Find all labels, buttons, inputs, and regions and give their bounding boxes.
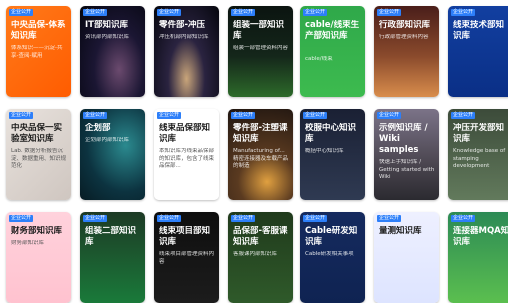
card-title: 中央品保-体系知识库 — [11, 20, 66, 41]
card-title: 线束技术部知识库 — [453, 20, 505, 41]
card-description: 冲压机部内部知识库 — [159, 34, 209, 40]
card-description: Lab. 数据分析报告沉淀、数据重用、知识规范化 — [11, 148, 67, 169]
card-title: 中央品保一实验室知识库 — [11, 123, 63, 144]
knowledge-base-card[interactable]: 企业公开线束技术部知识库 — [448, 6, 508, 97]
card-title: 零件部-冲压 — [159, 20, 206, 30]
public-badge: 企业公开 — [377, 112, 402, 119]
card-description: 快速上手知识库 / Getting started with Wiki — [379, 159, 435, 180]
card-title: 财务部知识库 — [11, 226, 63, 236]
public-badge: 企业公开 — [83, 215, 108, 222]
public-badge: 企业公开 — [451, 215, 476, 222]
card-description: cable/线束 — [305, 56, 333, 62]
knowledge-base-card[interactable]: 企业公开线束品保部知识库 本知识库为线束品保部的知识库，包含了线束品保部... — [154, 109, 219, 200]
card-description: 行政部管理资料内容 — [379, 34, 429, 40]
knowledge-base-card[interactable]: 企业公开行政部知识库行政部管理资料内容 — [374, 6, 439, 97]
public-badge: 企业公开 — [451, 112, 476, 119]
knowledge-base-card[interactable]: 企业公开校服中心知识库概括中心知识库 — [300, 109, 365, 200]
card-title: 品保部-客服课知识库 — [233, 226, 288, 247]
knowledge-base-grid: 企业公开 中央品保-体系知识库 体系知识——沉淀-共享-查阅-赋用 企业公开 IT部知识… — [0, 0, 508, 303]
card-title: IT部知识库 — [85, 20, 128, 30]
knowledge-base-card[interactable]: 企业公开品保部-客服课知识库客服课内部知识库 — [228, 212, 293, 303]
knowledge-base-card[interactable]: 企业公开组装二部知识库 — [80, 212, 145, 303]
card-description: 资讯部内部知识库 — [85, 34, 130, 40]
card-title: cable/线束生产部知识库 — [305, 20, 360, 41]
card-description: 企划部内部知识库 — [85, 137, 130, 143]
card-title: 校服中心知识库 — [305, 123, 357, 144]
knowledge-base-card[interactable]: 企业公开 Cable研发知识库 Cable研发相关事项 — [300, 212, 365, 303]
public-badge: 企业公开 — [231, 215, 256, 222]
card-title: 行政部知识库 — [379, 20, 431, 30]
card-description: 组装一部管理资料内容 — [233, 45, 289, 51]
public-badge: 企业公开 — [83, 9, 108, 16]
card-title: 量测知识库 — [379, 226, 422, 236]
knowledge-base-card[interactable]: 企业公开 量测知识库 — [374, 212, 439, 303]
card-description: 财务部知识库 — [11, 240, 45, 246]
knowledge-base-card[interactable]: 企业公开零件部-注塑课知识库 Manufacturing of... 精密连接器及… — [228, 109, 293, 200]
public-badge: 企业公开 — [451, 9, 476, 16]
public-badge: 企业公开 — [303, 9, 328, 16]
card-description: Knowledge base of stamping development — [453, 148, 506, 169]
card-description: Cable研发相关事项 — [305, 251, 354, 257]
knowledge-base-card[interactable]: 企业公开企划部企划部内部知识库 — [80, 109, 145, 200]
knowledge-base-card[interactable]: 企业公开 cable/线束生产部知识库 cable/线束 — [300, 6, 365, 97]
public-badge: 企业公开 — [9, 9, 34, 16]
card-description: 概括中心知识库 — [305, 148, 344, 154]
public-badge: 企业公开 — [157, 112, 182, 119]
card-description: 体系知识——沉淀-共享-查阅-赋用 — [11, 45, 63, 59]
public-badge: 企业公开 — [157, 215, 182, 222]
knowledge-base-card[interactable]: 企业公开线束项目部知识库线束项目部管理资料内容 — [154, 212, 219, 303]
card-title: 组装一部知识库 — [233, 20, 285, 41]
card-title: 示例知识库 / Wiki samples — [379, 123, 428, 155]
knowledge-base-card[interactable]: 企业公开中央品保一实验室知识库 Lab. 数据分析报告沉淀、数据重用、知识规范化 — [6, 109, 71, 200]
knowledge-base-card[interactable]: 企业公开 IT部知识库资讯部内部知识库 — [80, 6, 145, 97]
card-title: 线束品保部知识库 — [159, 123, 211, 144]
knowledge-base-card[interactable]: 企业公开组装一部知识库组装一部管理资料内容 — [228, 6, 293, 97]
card-description: Manufacturing of... 精密连接器及车载产品的制造 — [233, 148, 289, 169]
knowledge-base-card[interactable]: 企业公开中央品保-体系知识库体系知识——沉淀-共享-查阅-赋用 — [6, 6, 71, 97]
public-badge: 企业公开 — [231, 9, 256, 16]
public-badge: 企业公开 — [303, 215, 328, 222]
public-badge: 企业公开 — [377, 215, 402, 222]
public-badge: 企业公开 — [231, 112, 256, 119]
knowledge-base-card[interactable]: 企业公开示例知识库 / Wiki samples 快速上手知识库 / Gettin… — [374, 109, 439, 200]
card-title: 连接器MQA知识库 — [453, 226, 508, 247]
public-badge: 企业公开 — [303, 112, 328, 119]
card-title: 企划部 — [85, 123, 111, 133]
knowledge-base-card[interactable]: 企业公开连接器MQA知识库 — [448, 212, 508, 303]
card-description: 本知识库为线束品保部的知识库，包含了线束品保部... — [159, 148, 215, 169]
card-title: 零件部-注塑课知识库 — [233, 123, 288, 144]
card-title: 线束项目部知识库 — [159, 226, 211, 247]
public-badge: 企业公开 — [377, 9, 402, 16]
card-description: 线束项目部管理资料内容 — [159, 251, 215, 265]
knowledge-base-card[interactable]: 企业公开 财务部知识库 财务部知识库 — [6, 212, 71, 303]
knowledge-base-card[interactable]: 企业公开冲压开发部知识库 Knowledge base of stamping d… — [448, 109, 508, 200]
card-title: 组装二部知识库 — [85, 226, 137, 247]
card-title: 冲压开发部知识库 — [453, 123, 505, 144]
public-badge: 企业公开 — [83, 112, 108, 119]
card-title: Cable研发知识库 — [305, 226, 358, 247]
knowledge-base-card[interactable]: 企业公开零件部-冲压冲压机部内部知识库 — [154, 6, 219, 97]
public-badge: 企业公开 — [157, 9, 182, 16]
public-badge: 企业公开 — [9, 215, 34, 222]
card-description: 客服课内部知识库 — [233, 251, 278, 257]
public-badge: 企业公开 — [9, 112, 34, 119]
